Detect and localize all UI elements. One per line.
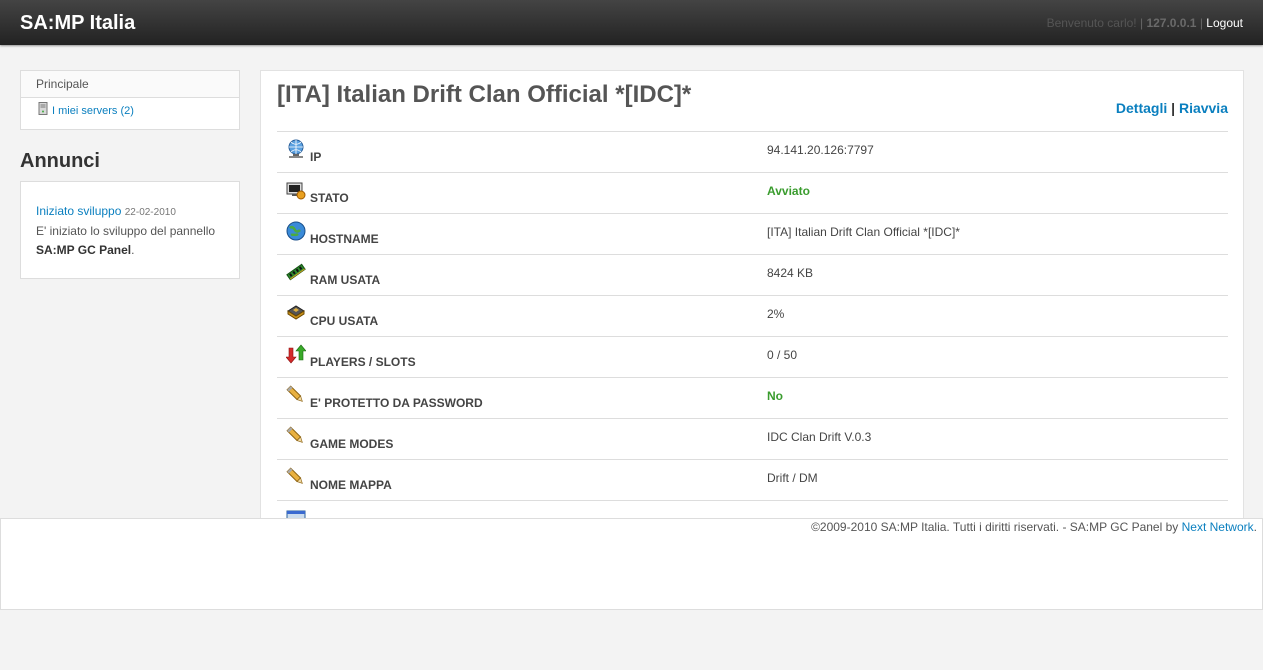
- row-value-text: 2%: [767, 307, 785, 321]
- table-row: CPU USATA 2%: [277, 295, 1228, 337]
- pencil-icon: [286, 467, 303, 484]
- row-value: 0 / 50: [756, 336, 1228, 378]
- cpu-icon: [287, 305, 305, 320]
- sidebar-menu-title: Principale: [21, 71, 239, 98]
- table-row: NOME MAPPA Drift / DM: [277, 459, 1228, 501]
- sidebar-item-my-servers[interactable]: I miei servers (2): [21, 98, 239, 117]
- row-label: PLAYERS / SLOTS: [286, 337, 756, 377]
- user-ip: 127.0.0.1: [1146, 16, 1197, 30]
- server-details-panel: [ITA] Italian Drift Clan Official *[IDC]…: [260, 70, 1244, 520]
- up-down-arrows-icon: [286, 344, 306, 364]
- logout-link[interactable]: Logout: [1206, 16, 1243, 30]
- row-label-cell: STATO: [277, 172, 756, 214]
- news-text-bold: SA:MP GC Panel: [36, 243, 132, 257]
- footer-end: .: [1253, 520, 1257, 534]
- row-label: E' PROTETTO DA PASSWORD: [286, 378, 756, 418]
- row-value-text: 0 / 50: [767, 348, 798, 362]
- pencil-icon: [286, 385, 303, 402]
- row-label-cell: GAME MODES: [277, 418, 756, 460]
- news-item: Iniziato sviluppo 22-02-2010 E' iniziato…: [21, 182, 239, 260]
- row-label-text: IP: [310, 150, 322, 164]
- table-row: PLAYERS / SLOTS 0 / 50: [277, 336, 1228, 378]
- row-label-cell: IP: [277, 131, 756, 173]
- row-label-text: GAME MODES: [310, 437, 394, 451]
- row-label: GAME MODES: [286, 419, 756, 459]
- password-value: No: [767, 389, 783, 403]
- row-label-text: HOSTNAME: [310, 232, 379, 246]
- row-label: IP: [286, 132, 756, 172]
- row-label: HOSTNAME: [286, 214, 756, 254]
- row-label: STATO: [286, 173, 756, 213]
- status-value: Avviato: [767, 184, 810, 198]
- table-row: E' PROTETTO DA PASSWORD No: [277, 377, 1228, 419]
- row-value: IDC Clan Drift V.0.3: [756, 418, 1228, 460]
- separator: |: [1139, 16, 1144, 30]
- footer: ©2009-2010 SA:MP Italia. Tutti i diritti…: [0, 518, 1263, 610]
- separator: |: [1199, 16, 1203, 30]
- restart-link[interactable]: Riavvia: [1179, 100, 1228, 116]
- row-value-text: 94.141.20.126:7797: [767, 143, 874, 157]
- row-value: 2%: [756, 295, 1228, 337]
- news-text-before: E' iniziato lo sviluppo del pannello: [36, 224, 216, 238]
- table-row: IP 94.141.20.126:7797: [277, 131, 1228, 173]
- news-title-link[interactable]: Iniziato sviluppo: [36, 204, 121, 218]
- row-label-cell: RAM USATA: [277, 254, 756, 296]
- row-value: 94.141.20.126:7797: [756, 131, 1228, 173]
- row-label-cell: NOME MAPPA: [277, 459, 756, 501]
- row-value: [ITA] Italian Drift Clan Official *[IDC]…: [756, 213, 1228, 255]
- row-label-text: CPU USATA: [310, 314, 379, 328]
- table-row: RAM USATA 8424 KB: [277, 254, 1228, 296]
- network-globe-icon: [288, 139, 304, 158]
- row-label-text: E' PROTETTO DA PASSWORD: [310, 396, 483, 410]
- server-info-table: IP 94.141.20.126:7797 STATO Avviato HOST…: [277, 131, 1228, 519]
- row-value: Avviato: [756, 172, 1228, 214]
- news-text-after: .: [131, 243, 135, 257]
- announcements-title: Annunci: [20, 150, 100, 172]
- row-value: 8424 KB: [756, 254, 1228, 296]
- row-label-cell: HOSTNAME: [277, 213, 756, 255]
- globe-icon: [286, 221, 306, 241]
- ram-icon: [286, 263, 306, 281]
- table-row: GAME MODES IDC Clan Drift V.0.3: [277, 418, 1228, 460]
- row-label-text: STATO: [310, 191, 349, 205]
- sidebar-item-label[interactable]: I miei servers (2): [52, 105, 134, 117]
- announcements-box: Iniziato sviluppo 22-02-2010 E' iniziato…: [20, 181, 240, 279]
- footer-next-network-link[interactable]: Next Network: [1182, 520, 1254, 534]
- news-date: 22-02-2010: [124, 207, 176, 218]
- sidebar-menu: Principale I miei servers (2): [20, 70, 240, 130]
- details-link[interactable]: Dettagli: [1116, 100, 1167, 116]
- brand-logo-link[interactable]: SA:MP Italia: [20, 12, 135, 35]
- table-row: HOSTNAME [ITA] Italian Drift Clan Offici…: [277, 213, 1228, 255]
- row-value-text: 8424 KB: [767, 266, 814, 280]
- row-label-cell: CPU USATA: [277, 295, 756, 337]
- user-bar: Benvenuto carlo! | 127.0.0.1 | Logout: [1047, 16, 1243, 30]
- row-label: CPU USATA: [286, 296, 756, 336]
- row-label: NOME MAPPA: [286, 460, 756, 500]
- server-icon: [38, 102, 48, 115]
- server-title: [ITA] Italian Drift Clan Official *[IDC]…: [277, 81, 692, 108]
- table-row: STATO Avviato: [277, 172, 1228, 214]
- pencil-icon: [286, 426, 303, 443]
- row-value: Drift / DM: [756, 459, 1228, 501]
- welcome-text: Benvenuto carlo!: [1046, 16, 1137, 30]
- footer-text: ©2009-2010 SA:MP Italia. Tutti i diritti…: [811, 520, 1257, 534]
- row-value: No: [756, 377, 1228, 419]
- row-value-text: Drift / DM: [767, 471, 818, 485]
- actions-separator: |: [1171, 100, 1176, 116]
- row-label-text: RAM USATA: [310, 273, 381, 287]
- row-value-text: IDC Clan Drift V.0.3: [767, 430, 872, 444]
- row-label-cell: E' PROTETTO DA PASSWORD: [277, 377, 756, 419]
- news-text: E' iniziato lo sviluppo del pannello SA:M…: [36, 224, 215, 257]
- monitor-status-icon: [286, 182, 306, 200]
- row-value-text: [ITA] Italian Drift Clan Official *[IDC]…: [767, 225, 960, 239]
- row-label: RAM USATA: [286, 255, 756, 295]
- footer-copyright: ©2009-2010 SA:MP Italia. Tutti i diritti…: [811, 520, 1179, 534]
- server-actions: Dettagli | Riavvia: [1116, 100, 1228, 116]
- top-navbar: SA:MP Italia Benvenuto carlo! | 127.0.0.…: [0, 0, 1263, 45]
- row-label-text: NOME MAPPA: [310, 478, 392, 492]
- row-label-cell: PLAYERS / SLOTS: [277, 336, 756, 378]
- row-label-text: PLAYERS / SLOTS: [310, 355, 416, 369]
